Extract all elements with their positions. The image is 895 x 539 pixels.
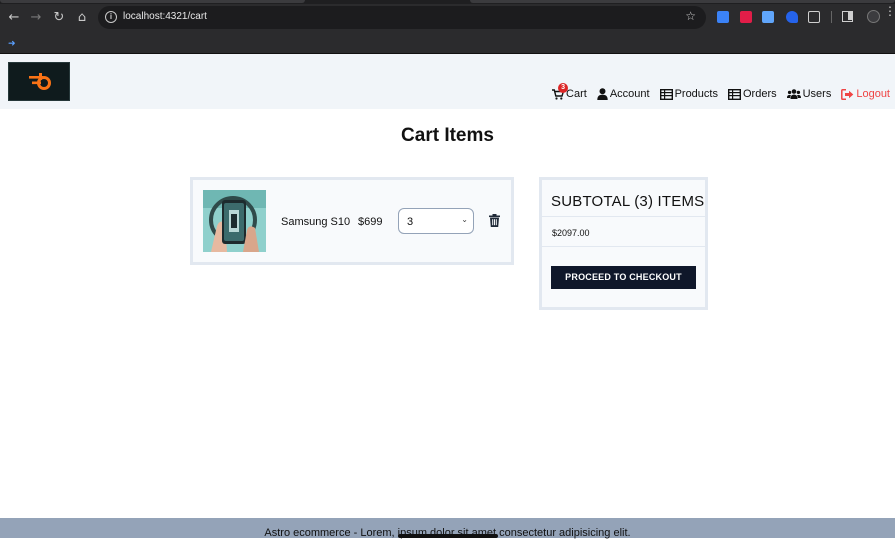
table-icon	[659, 88, 673, 100]
nav-users-label[interactable]: Users	[803, 88, 832, 100]
product-photo	[203, 190, 266, 252]
app-header: 3 Cart Account Products Orders Users Log…	[0, 54, 895, 109]
tab-edge	[0, 0, 305, 3]
trash-glyph	[489, 214, 500, 227]
site-info-icon[interactable]: i	[105, 11, 117, 23]
extensions-puzzle-icon[interactable]	[808, 11, 820, 23]
bookmark-arrow-icon[interactable]: ➜	[8, 38, 16, 49]
back-arrow-icon[interactable]: ←	[5, 9, 23, 27]
extension-icon[interactable]	[762, 11, 774, 23]
users-icon	[786, 89, 801, 99]
nav-account[interactable]: Account	[597, 88, 650, 100]
browser-menu-icon[interactable]: ⋮	[884, 5, 895, 17]
forward-arrow-icon[interactable]: →	[27, 9, 45, 27]
cart-items-panel: Samsung S10 $699 3 ⌄	[190, 177, 514, 265]
page-title: Cart Items	[401, 125, 494, 146]
nav-logout[interactable]: Logout	[841, 88, 890, 100]
tab-edge	[470, 0, 895, 3]
product-image[interactable]	[203, 190, 266, 252]
nav-users[interactable]: Users	[786, 88, 832, 100]
profile-avatar[interactable]	[867, 10, 880, 23]
nav-orders-label[interactable]: Orders	[743, 88, 777, 100]
address-bar[interactable]: i localhost:4321/cart ☆	[98, 6, 706, 29]
browser-chrome: ← → ↻ ⌂ i localhost:4321/cart ☆ ⋮ ➜	[0, 0, 895, 54]
product-price: $699	[358, 216, 383, 228]
logout-icon	[841, 88, 854, 100]
subtotal-title: SUBTOTAL (3) ITEMS	[551, 193, 705, 210]
extension-icon[interactable]	[740, 11, 752, 23]
main-nav: 3 Cart Account Products Orders Users Log…	[542, 83, 890, 100]
home-icon[interactable]: ⌂	[73, 9, 91, 27]
order-summary-panel: SUBTOTAL (3) ITEMS $2097.00 PROCEED TO C…	[539, 177, 708, 310]
chevron-down-icon: ⌄	[461, 215, 468, 224]
bookmark-star-icon[interactable]: ☆	[685, 9, 696, 23]
nav-account-label[interactable]: Account	[610, 88, 650, 100]
user-icon	[597, 88, 608, 100]
astro-logo-icon[interactable]	[8, 62, 70, 101]
home-indicator	[398, 534, 498, 538]
nav-orders[interactable]: Orders	[727, 88, 777, 100]
summary-divider	[542, 246, 705, 247]
nav-cart[interactable]: 3 Cart	[552, 83, 587, 100]
reload-icon[interactable]: ↻	[50, 9, 68, 27]
quantity-value: 3	[407, 216, 414, 228]
side-panel-icon[interactable]	[842, 11, 853, 22]
cart-count-badge: 3	[558, 83, 569, 93]
trash-icon[interactable]	[489, 214, 500, 232]
nav-logout-label[interactable]: Logout	[856, 88, 890, 100]
extension-icon[interactable]	[717, 11, 729, 23]
table-icon	[727, 88, 741, 100]
nav-products-label[interactable]: Products	[675, 88, 718, 100]
nav-cart-label[interactable]: Cart	[566, 88, 587, 100]
subtotal-amount: $2097.00	[552, 228, 590, 238]
url-text[interactable]: localhost:4321/cart	[123, 11, 207, 22]
checkout-button[interactable]: PROCEED TO CHECKOUT	[551, 266, 696, 289]
extension-icon[interactable]	[786, 11, 798, 23]
product-name[interactable]: Samsung S10	[281, 216, 350, 228]
quantity-select[interactable]: 3 ⌄	[398, 208, 474, 234]
summary-divider	[542, 216, 705, 217]
nav-products[interactable]: Products	[659, 88, 718, 100]
logo-mark	[29, 73, 51, 90]
toolbar-divider	[831, 11, 832, 23]
